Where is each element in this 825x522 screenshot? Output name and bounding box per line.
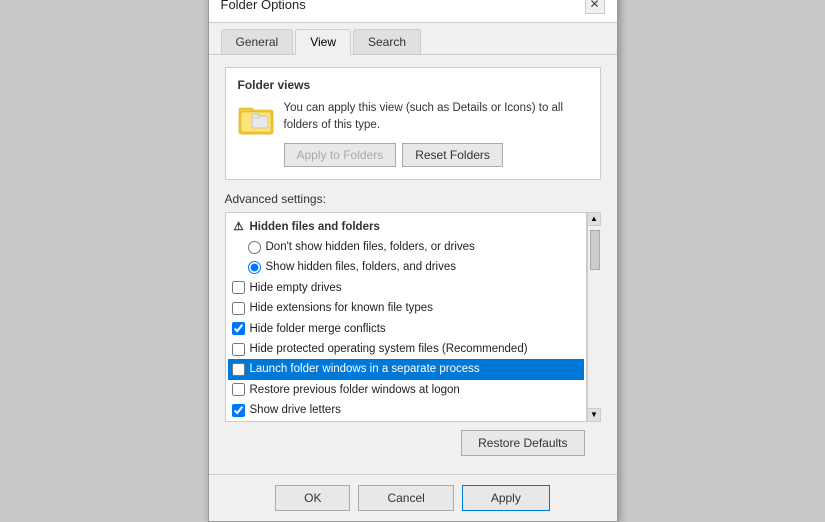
list-item[interactable]: Don't show hidden files, folders, or dri…	[228, 237, 584, 257]
close-button[interactable]: ✕	[585, 0, 605, 14]
list-item[interactable]: Hide folder merge conflicts	[228, 319, 584, 339]
reset-folders-button[interactable]: Reset Folders	[402, 143, 503, 167]
hide-empty-drives-checkbox[interactable]	[232, 281, 245, 294]
dont-show-hidden-radio[interactable]	[248, 241, 261, 254]
folder-views-right: You can apply this view (such as Details…	[284, 100, 588, 166]
folder-icon	[238, 102, 274, 138]
folder-views-buttons: Apply to Folders Reset Folders	[284, 143, 588, 167]
folder-views-title: Folder views	[238, 78, 588, 92]
tab-bar: General View Search	[209, 23, 617, 55]
scrollbar[interactable]: ▲ ▼	[587, 212, 601, 422]
list-item[interactable]: Show drive letters	[228, 400, 584, 420]
advanced-settings-wrapper: ⚠ Hidden files and folders Don't show hi…	[225, 212, 601, 422]
list-item[interactable]: Launch folder windows in a separate proc…	[228, 359, 584, 379]
apply-to-folders-button[interactable]: Apply to Folders	[284, 143, 397, 167]
view-tab-content: Folder views You can apply this vi	[209, 55, 617, 473]
settings-list: ⚠ Hidden files and folders Don't show hi…	[226, 213, 586, 422]
restore-defaults-row: Restore Defaults	[225, 422, 601, 462]
scroll-up-arrow[interactable]: ▲	[587, 212, 601, 226]
list-item[interactable]: Restore previous folder windows at logon	[228, 380, 584, 400]
show-hidden-radio[interactable]	[248, 261, 261, 274]
folder-views-description: You can apply this view (such as Details…	[284, 100, 588, 132]
list-item[interactable]: Show hidden files, folders, and drives	[228, 257, 584, 277]
hide-extensions-checkbox[interactable]	[232, 302, 245, 315]
show-drive-letters-checkbox[interactable]	[232, 404, 245, 417]
launch-folder-windows-checkbox[interactable]	[232, 363, 245, 376]
hide-protected-os-checkbox[interactable]	[232, 343, 245, 356]
title-bar: Folder Options ✕	[209, 0, 617, 23]
advanced-settings-label: Advanced settings:	[225, 192, 601, 206]
list-item[interactable]: Show encrypted or compressed NTFS files …	[228, 421, 584, 422]
restore-defaults-button[interactable]: Restore Defaults	[461, 430, 584, 456]
scrollbar-track[interactable]	[588, 226, 601, 408]
tab-general[interactable]: General	[221, 29, 294, 54]
list-item[interactable]: Hide protected operating system files (R…	[228, 339, 584, 359]
dialog-title: Folder Options	[221, 0, 306, 12]
list-item[interactable]: Hide extensions for known file types	[228, 298, 584, 318]
list-item: ⚠ Hidden files and folders	[228, 217, 584, 237]
folder-options-dialog: Folder Options ✕ General View Search Fol…	[208, 0, 618, 522]
restore-previous-checkbox[interactable]	[232, 383, 245, 396]
scroll-down-arrow[interactable]: ▼	[587, 408, 601, 422]
list-item[interactable]: Hide empty drives	[228, 278, 584, 298]
scrollbar-thumb[interactable]	[590, 230, 600, 270]
tab-view[interactable]: View	[295, 29, 351, 55]
dialog-footer: OK Cancel Apply	[209, 474, 617, 521]
advanced-settings-box[interactable]: ⚠ Hidden files and folders Don't show hi…	[225, 212, 587, 422]
hide-merge-conflicts-checkbox[interactable]	[232, 322, 245, 335]
tab-search[interactable]: Search	[353, 29, 421, 54]
folder-views-section: Folder views You can apply this vi	[225, 67, 601, 179]
warning-icon: ⚠	[232, 220, 246, 234]
